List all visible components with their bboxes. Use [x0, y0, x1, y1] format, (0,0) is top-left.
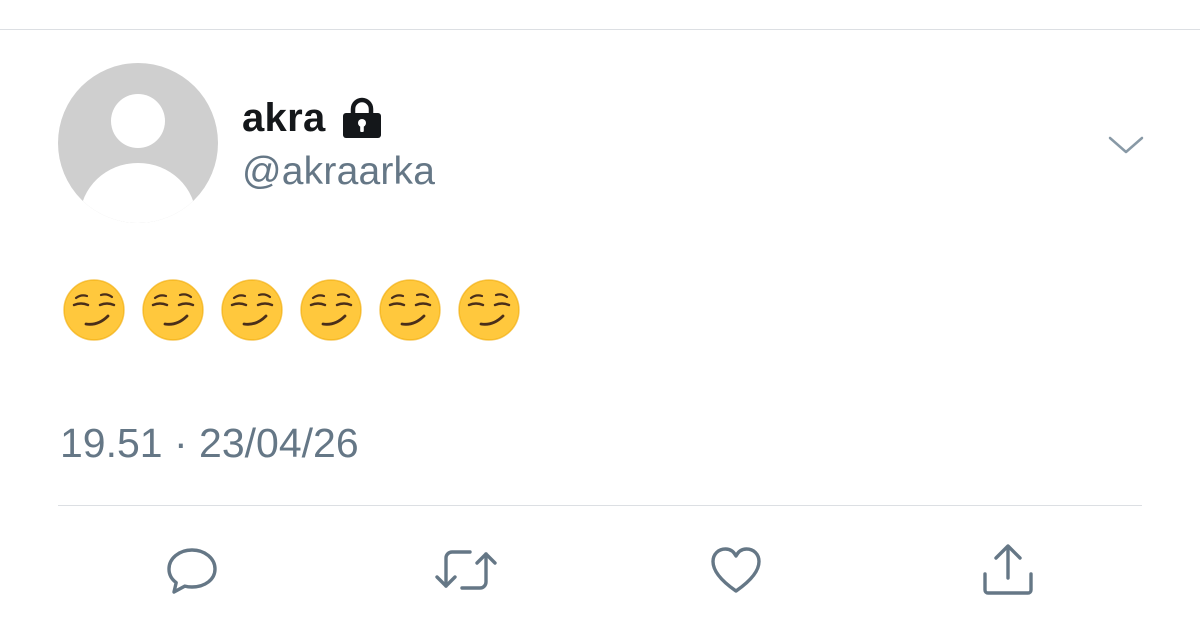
like-button[interactable]	[706, 540, 766, 600]
retweet-button[interactable]	[434, 540, 498, 600]
tweet-text	[62, 278, 521, 342]
avatar[interactable]	[58, 63, 218, 223]
avatar-head-shape	[111, 94, 165, 148]
smirking-face-emoji	[300, 279, 362, 341]
author-name-row[interactable]: akra	[242, 92, 384, 144]
smirking-face-emoji	[458, 279, 520, 341]
top-divider	[0, 29, 1200, 30]
chevron-down-icon[interactable]	[1108, 134, 1144, 156]
reply-button[interactable]	[162, 540, 222, 600]
smirking-face-emoji	[221, 279, 283, 341]
retweet-icon	[434, 544, 498, 596]
reply-icon	[164, 544, 220, 596]
share-button[interactable]	[978, 540, 1038, 600]
share-icon	[979, 542, 1037, 598]
lock-icon	[340, 97, 384, 139]
avatar-body-shape	[80, 163, 196, 223]
heart-icon	[708, 544, 764, 596]
action-bar-divider	[58, 505, 1142, 506]
display-name[interactable]: akra	[242, 96, 326, 141]
smirking-face-emoji	[142, 279, 204, 341]
tweet-timestamp[interactable]: 19.51 · 23/04/26	[60, 420, 359, 467]
smirking-face-emoji	[379, 279, 441, 341]
user-handle[interactable]: @akraarka	[242, 150, 435, 194]
smirking-face-emoji	[63, 279, 125, 341]
